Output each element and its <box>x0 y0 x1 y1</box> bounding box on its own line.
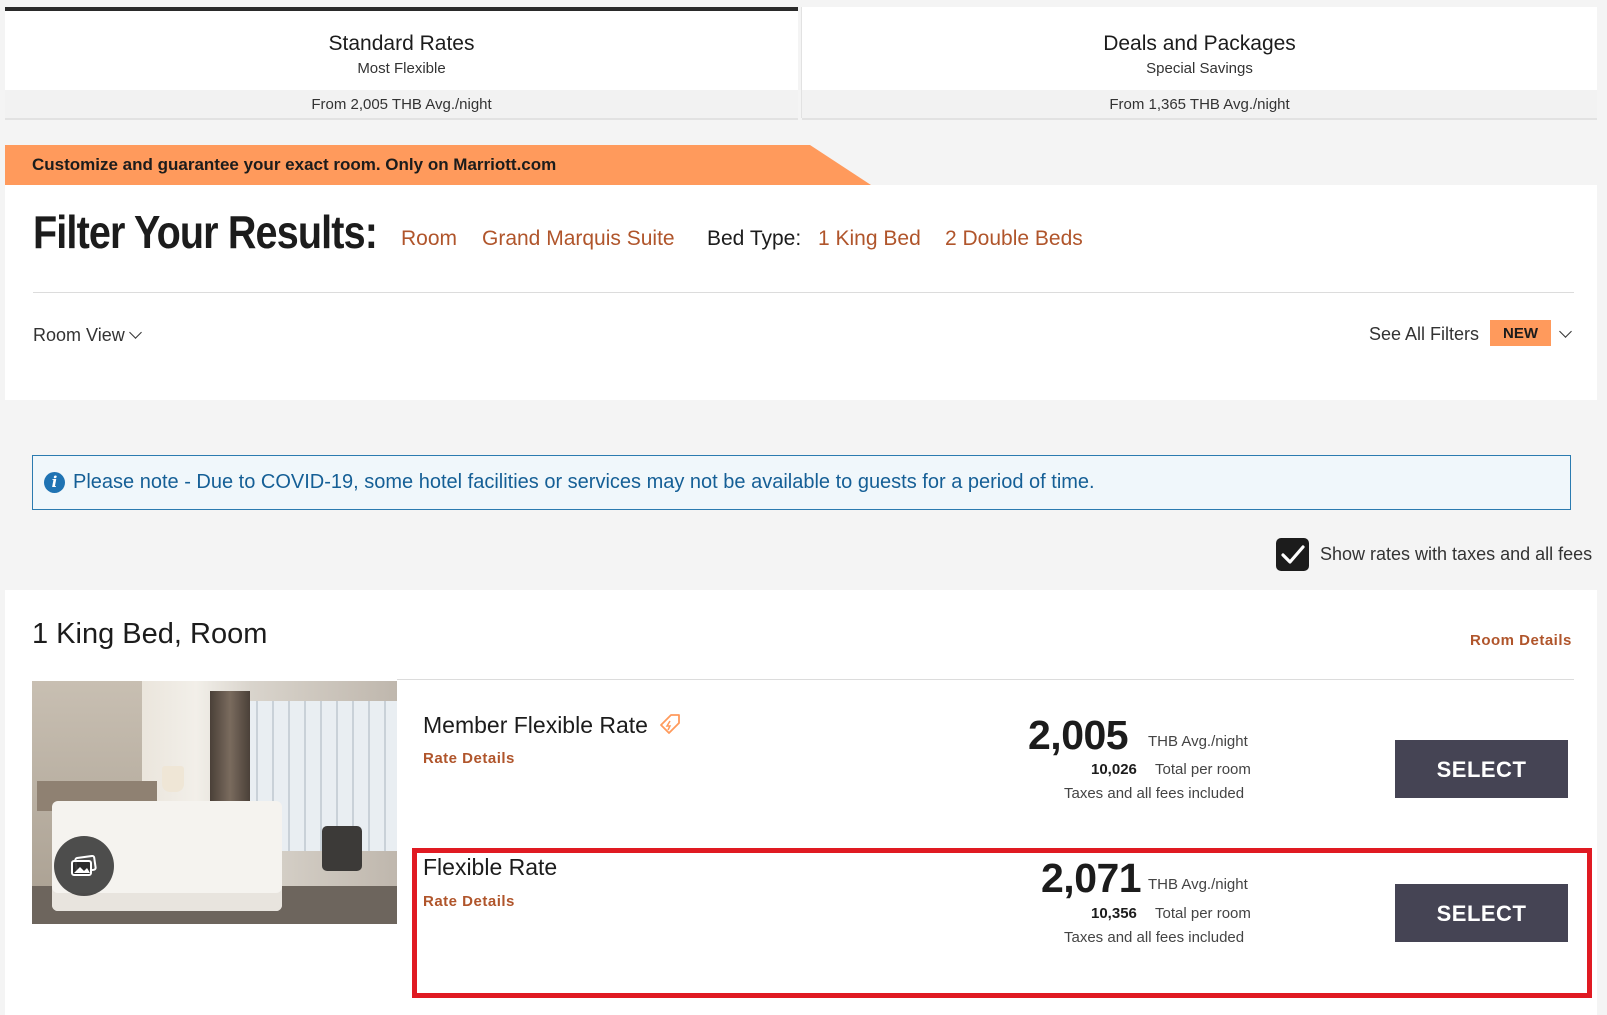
avg-nightly-price: 2,005 <box>1028 712 1129 758</box>
rate-name-text: Member Flexible Rate <box>423 712 648 738</box>
new-badge: NEW <box>1490 320 1551 346</box>
room-photo[interactable] <box>32 681 397 924</box>
photo-chair <box>322 826 362 871</box>
member-tag-icon <box>660 714 681 734</box>
photo-lamp <box>162 766 184 792</box>
rate-name: Member Flexible Rate <box>423 712 682 739</box>
info-icon: i <box>44 472 65 493</box>
filter-room-link[interactable]: Room <box>401 227 457 251</box>
covid-notice-text: Please note - Due to COVID-19, some hote… <box>73 471 1095 493</box>
room-details-link[interactable]: Room Details <box>1470 632 1572 649</box>
filter-title: Filter Your Results: <box>33 206 378 258</box>
photo-gallery-button[interactable] <box>54 836 114 896</box>
tax-note: Taxes and all fees included <box>1064 785 1245 802</box>
covid-notice: i Please note - Due to COVID-19, some ho… <box>32 455 1571 510</box>
chevron-down-icon[interactable] <box>1559 325 1572 338</box>
filter-grand-marquis-suite-link[interactable]: Grand Marquis Suite <box>482 227 675 251</box>
tab-title: Deals and Packages <box>1103 32 1296 55</box>
room-title: 1 King Bed, Room <box>32 618 268 650</box>
show-taxes-label[interactable]: Show rates with taxes and all fees <box>1320 544 1592 565</box>
price-unit: THB Avg./night <box>1148 733 1248 750</box>
gallery-icon <box>71 855 97 876</box>
filter-panel: Filter Your Results: Room Grand Marquis … <box>5 185 1597 400</box>
tab-standard-rates[interactable]: Standard Rates Most Flexible From 2,005 … <box>5 7 798 120</box>
bed-type-label: Bed Type: <box>707 227 802 250</box>
total-price-label: Total per room <box>1155 761 1251 778</box>
filter-1-king-bed-link[interactable]: 1 King Bed <box>818 227 921 251</box>
filter-divider <box>33 292 1574 293</box>
select-button[interactable]: SELECT <box>1395 740 1568 798</box>
check-icon <box>1281 545 1305 564</box>
room-view-label: Room View <box>33 325 125 345</box>
chevron-down-icon <box>128 326 142 339</box>
tab-subtitle: Special Savings <box>1146 60 1253 77</box>
tab-subtitle: Most Flexible <box>357 60 446 77</box>
promo-banner: Customize and guarantee your exact room.… <box>5 145 871 185</box>
see-all-filters-button[interactable]: See All Filters <box>1369 324 1479 345</box>
filter-2-double-beds-link[interactable]: 2 Double Beds <box>945 227 1083 251</box>
highlight-box <box>412 848 1592 998</box>
tab-price: From 1,365 THB Avg./night <box>802 90 1597 120</box>
tab-price: From 2,005 THB Avg./night <box>5 90 798 120</box>
tab-title: Standard Rates <box>328 32 475 55</box>
rate-details-link[interactable]: Rate Details <box>423 750 515 767</box>
room-divider <box>397 679 1574 680</box>
total-price: 10,026 <box>1091 761 1137 778</box>
show-taxes-checkbox[interactable] <box>1276 538 1309 571</box>
room-view-dropdown[interactable]: Room View <box>33 325 142 346</box>
tab-deals-and-packages[interactable]: Deals and Packages Special Savings From … <box>801 7 1597 120</box>
